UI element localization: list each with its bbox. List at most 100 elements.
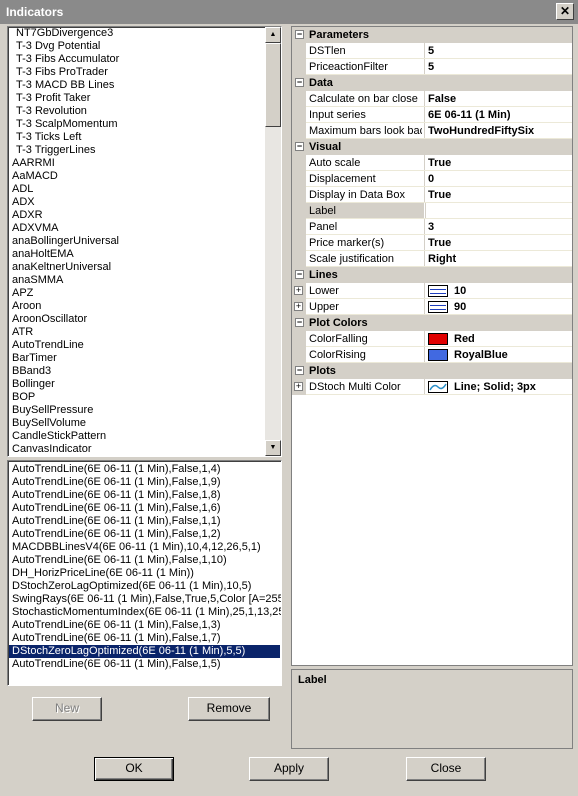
applied-indicator-item[interactable]: AutoTrendLine(6E 06-11 (1 Min),False,1,2… (9, 528, 280, 541)
remove-button[interactable]: Remove (188, 697, 270, 721)
prop-panel[interactable]: Panel 3 (292, 219, 572, 235)
available-indicator-item[interactable]: ADX (9, 196, 263, 209)
available-indicator-item[interactable]: T-3 MACD BB Lines (9, 79, 263, 92)
available-indicator-item[interactable]: BBand3 (9, 365, 263, 378)
prop-value[interactable] (426, 203, 572, 219)
available-indicator-item[interactable]: anaHoltEMA (9, 248, 263, 261)
prop-input-series[interactable]: Input series 6E 06-11 (1 Min) (292, 107, 572, 123)
prop-value[interactable]: TwoHundredFiftySix (428, 125, 534, 137)
prop-color-rising[interactable]: ColorRising RoyalBlue (292, 347, 572, 363)
category-parameters[interactable]: − Parameters (292, 27, 572, 43)
prop-value[interactable]: 5 (428, 61, 434, 73)
available-indicators-list[interactable]: NT7GbDivergence3 T-3 Dvg Potential T-3 Fib… (7, 26, 282, 457)
available-indicator-item[interactable]: T-3 Fibs ProTrader (9, 66, 263, 79)
prop-upper[interactable]: + Upper 90 (292, 299, 572, 315)
available-indicator-item[interactable]: AARRMI (9, 157, 263, 170)
collapse-icon[interactable]: − (295, 318, 304, 327)
applied-indicator-item[interactable]: AutoTrendLine(6E 06-11 (1 Min),False,1,1… (9, 554, 280, 567)
available-indicator-item[interactable]: BOP (9, 391, 263, 404)
category-visual[interactable]: − Visual (292, 139, 572, 155)
available-indicator-item[interactable]: CanvasIndicator (9, 443, 263, 456)
expand-icon[interactable]: + (294, 382, 303, 391)
prop-value[interactable]: 5 (428, 45, 434, 57)
applied-indicator-item[interactable]: DStochZeroLagOptimized(6E 06-11 (1 Min),… (9, 580, 280, 593)
new-button[interactable]: New (32, 697, 102, 721)
scroll-down-arrow-icon[interactable]: ▼ (265, 440, 281, 456)
collapse-icon[interactable]: − (295, 30, 304, 39)
prop-maximum-bars-look-back[interactable]: Maximum bars look bac TwoHundredFiftySix (292, 123, 572, 139)
category-plot-colors[interactable]: − Plot Colors (292, 315, 572, 331)
applied-indicator-item[interactable]: AutoTrendLine(6E 06-11 (1 Min),False,1,8… (9, 489, 280, 502)
scroll-thumb[interactable] (265, 43, 281, 127)
ok-button[interactable]: OK (94, 757, 174, 781)
applied-indicator-item[interactable]: DH_HorizPriceLine(6E 06-11 (1 Min)) (9, 567, 280, 580)
prop-value[interactable]: Line; Solid; 3px (454, 381, 536, 393)
available-indicator-item[interactable]: T-3 Ticks Left (9, 131, 263, 144)
available-indicator-item[interactable]: Aroon (9, 300, 263, 313)
apply-button[interactable]: Apply (249, 757, 329, 781)
available-indicator-item[interactable]: anaSMMA (9, 274, 263, 287)
applied-indicators-list[interactable]: AutoTrendLine(6E 06-11 (1 Min),False,1,4… (7, 460, 282, 686)
applied-indicator-item[interactable]: AutoTrendLine(6E 06-11 (1 Min),False,1,7… (9, 632, 280, 645)
applied-indicator-item[interactable]: AutoTrendLine(6E 06-11 (1 Min),False,1,3… (9, 619, 280, 632)
prop-display-in-data-box[interactable]: Display in Data Box True (292, 187, 572, 203)
collapse-icon[interactable]: − (295, 366, 304, 375)
scroll-up-arrow-icon[interactable]: ▲ (265, 27, 281, 43)
close-button[interactable]: Close (406, 757, 486, 781)
available-indicator-item[interactable]: BarTimer (9, 352, 263, 365)
available-indicator-item[interactable]: T-3 TriggerLines (9, 144, 263, 157)
available-indicator-item[interactable]: AaMACD (9, 170, 263, 183)
prop-value[interactable]: RoyalBlue (454, 349, 508, 361)
available-indicator-item[interactable]: T-3 Revolution (9, 105, 263, 118)
applied-indicator-item[interactable]: AutoTrendLine(6E 06-11 (1 Min),False,1,5… (9, 658, 280, 671)
applied-indicator-item[interactable]: MACDBBLinesV4(6E 06-11 (1 Min),10,4,12,2… (9, 541, 280, 554)
applied-indicator-item[interactable]: AutoTrendLine(6E 06-11 (1 Min),False,1,6… (9, 502, 280, 515)
applied-indicator-item[interactable]: SwingRays(6E 06-11 (1 Min),False,True,5,… (9, 593, 281, 606)
prop-value[interactable]: 0 (428, 173, 434, 185)
available-indicator-item[interactable]: BuySellPressure (9, 404, 263, 417)
available-indicator-item[interactable]: NT7GbDivergence3 (9, 27, 263, 40)
available-indicator-item[interactable]: ADXVMA (9, 222, 263, 235)
prop-auto-scale[interactable]: Auto scale True (292, 155, 572, 171)
available-indicator-item[interactable]: T-3 Profit Taker (9, 92, 263, 105)
prop-scale-justification[interactable]: Scale justification Right (292, 251, 572, 267)
prop-value[interactable]: 3 (428, 221, 434, 233)
available-indicator-item[interactable]: AutoTrendLine (9, 339, 263, 352)
available-indicator-item[interactable]: anaKeltnerUniversal (9, 261, 263, 274)
prop-label[interactable]: Label (292, 203, 572, 219)
available-indicator-item[interactable]: T-3 Dvg Potential (9, 40, 263, 53)
prop-value[interactable]: False (428, 93, 456, 105)
available-indicator-item[interactable]: anaBollingerUniversal (9, 235, 263, 248)
applied-indicator-item[interactable]: AutoTrendLine(6E 06-11 (1 Min),False,1,4… (9, 463, 280, 476)
prop-value[interactable]: 10 (454, 285, 466, 297)
available-indicator-item[interactable]: Bollinger (9, 378, 263, 391)
available-indicator-item[interactable]: ATR (9, 326, 263, 339)
prop-dstlen[interactable]: DSTlen 5 (292, 43, 572, 59)
available-indicator-item[interactable]: BuySellVolume (9, 417, 263, 430)
prop-calculate-on-bar-close[interactable]: Calculate on bar close False (292, 91, 572, 107)
available-indicator-item[interactable]: ADXR (9, 209, 263, 222)
prop-value[interactable]: True (428, 189, 451, 201)
available-indicator-item[interactable]: APZ (9, 287, 263, 300)
prop-value[interactable]: Red (454, 333, 475, 345)
prop-displacement[interactable]: Displacement 0 (292, 171, 572, 187)
prop-value[interactable]: 6E 06-11 (1 Min) (428, 109, 511, 121)
applied-indicator-item[interactable]: AutoTrendLine(6E 06-11 (1 Min),False,1,9… (9, 476, 280, 489)
category-plots[interactable]: − Plots (292, 363, 572, 379)
prop-value[interactable]: True (428, 237, 451, 249)
prop-value[interactable]: True (428, 157, 451, 169)
category-data[interactable]: − Data (292, 75, 572, 91)
prop-priceaction-filter[interactable]: PriceactionFilter 5 (292, 59, 572, 75)
available-indicator-item[interactable]: T-3 ScalpMomentum (9, 118, 263, 131)
prop-dstoch-multi-color[interactable]: + DStoch Multi Color Line; Solid; 3px (292, 379, 572, 395)
available-indicator-item[interactable]: CandleStickPattern (9, 430, 263, 443)
collapse-icon[interactable]: − (295, 270, 304, 279)
prop-value[interactable]: 90 (454, 301, 466, 313)
applied-indicator-item[interactable]: AutoTrendLine(6E 06-11 (1 Min),False,1,1… (9, 515, 280, 528)
prop-lower[interactable]: + Lower 10 (292, 283, 572, 299)
expand-icon[interactable]: + (294, 302, 303, 311)
prop-price-markers[interactable]: Price marker(s) True (292, 235, 572, 251)
close-window-button[interactable]: ✕ (556, 3, 574, 20)
applied-indicator-item[interactable]: DStochZeroLagOptimized(6E 06-11 (1 Min),… (9, 645, 280, 658)
expand-icon[interactable]: + (294, 286, 303, 295)
